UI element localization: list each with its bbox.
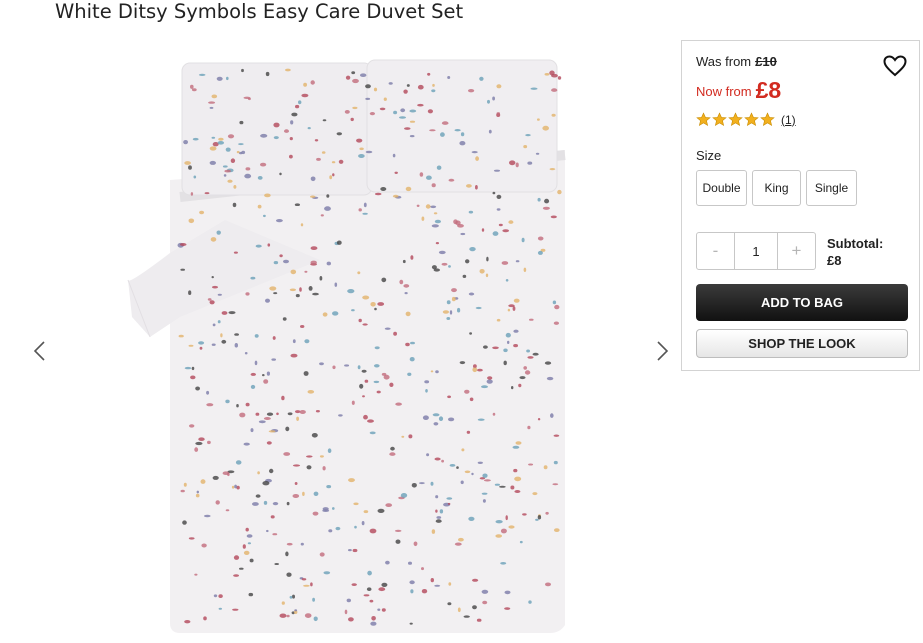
gallery-prev-button[interactable] (25, 336, 55, 366)
subtotal: Subtotal: £8 (827, 235, 883, 269)
chevron-right-icon (657, 341, 669, 361)
product-image (127, 59, 566, 633)
star-icon (760, 112, 775, 126)
size-option-double[interactable]: Double (696, 170, 747, 206)
quantity-increment-button[interactable]: + (778, 233, 815, 269)
star-rating (696, 112, 775, 127)
add-to-bag-button[interactable]: ADD TO BAG (696, 284, 908, 321)
wishlist-button[interactable] (883, 55, 907, 82)
was-price: £10 (755, 54, 777, 69)
subtotal-label: Subtotal: (827, 236, 884, 251)
star-icon (728, 112, 743, 126)
now-price-row: Now from £8 (696, 77, 781, 104)
was-price-row: Was from £10 (696, 54, 777, 69)
size-option-king[interactable]: King (752, 170, 801, 206)
gallery-next-button[interactable] (647, 336, 677, 366)
product-title: White Ditsy Symbols Easy Care Duvet Set (55, 0, 464, 23)
star-icon (712, 112, 727, 126)
quantity-decrement-button[interactable]: - (697, 233, 734, 269)
rating-row: (1) (696, 112, 796, 127)
quantity-input[interactable]: 1 (734, 233, 778, 269)
quantity-stepper: - 1 + (696, 232, 816, 270)
star-icon (744, 112, 759, 126)
subtotal-value: £8 (827, 253, 842, 268)
shop-the-look-button[interactable]: SHOP THE LOOK (696, 329, 908, 358)
review-count-link[interactable]: (1) (781, 113, 796, 127)
size-options: Double King Single (696, 170, 857, 206)
now-price: £8 (755, 77, 782, 103)
chevron-left-icon (33, 341, 45, 361)
size-option-single[interactable]: Single (806, 170, 857, 206)
purchase-panel: Was from £10 Now from £8 (1) Size Double K… (681, 40, 920, 371)
size-label: Size (696, 148, 722, 163)
now-label: Now from (696, 84, 752, 99)
star-icon (696, 112, 711, 126)
was-label: Was from (696, 54, 752, 69)
heart-icon (883, 55, 907, 77)
product-gallery (20, 40, 680, 640)
